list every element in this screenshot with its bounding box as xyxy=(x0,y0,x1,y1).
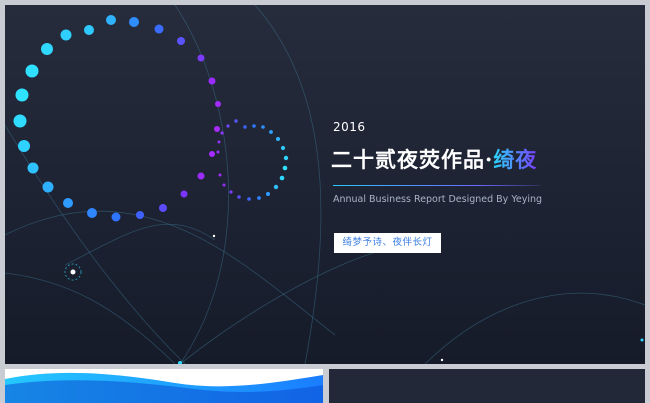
tagline-box: 绮梦予诗、夜伴长灯 xyxy=(334,233,441,253)
year-label: 2016 xyxy=(333,120,366,134)
title-divider xyxy=(333,185,540,186)
slide-canvas: 2016 二十贰夜荧作品·绮夜 Annual Business Report D… xyxy=(5,5,645,364)
next-slide-thumbnail-right[interactable] xyxy=(329,369,645,403)
subtitle: Annual Business Report Designed By Yeyin… xyxy=(333,194,543,205)
title-main: 二十贰夜荧作品· xyxy=(331,147,494,172)
wave-graphic xyxy=(5,372,323,403)
orbit-lines xyxy=(5,5,645,364)
dotted-circle-large xyxy=(13,15,221,222)
orbit-decoration xyxy=(5,5,645,364)
title-accent: 绮夜 xyxy=(493,147,538,172)
next-slide-thumbnail-left[interactable] xyxy=(5,369,323,403)
slide-title: 二十贰夜荧作品·绮夜 xyxy=(331,144,537,174)
